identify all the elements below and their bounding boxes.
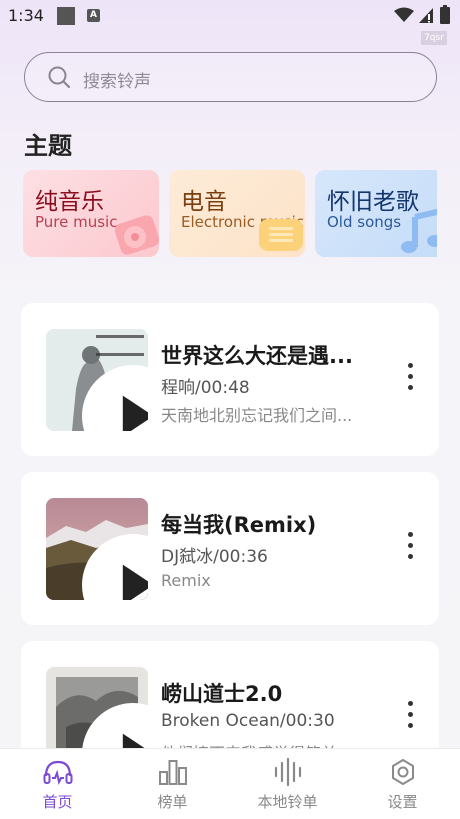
play-icon[interactable]: [82, 365, 148, 431]
nav-local-ringtones[interactable]: 本地铃单: [230, 749, 345, 819]
nav-label: 设置: [387, 793, 418, 811]
gear-icon: [392, 759, 414, 785]
nav-label: 本地铃单: [257, 793, 318, 811]
notification-square-icon: [57, 7, 75, 25]
watermark-badge: 7qsr: [421, 31, 447, 45]
theme-carousel[interactable]: 纯音乐 Pure music 电音 Electronic music 怀旧老歌 …: [23, 170, 437, 258]
vinyl-icon: [114, 215, 159, 255]
a-icon: A: [87, 9, 100, 22]
song-card[interactable]: 世界这么大还是遇... 程响/00:48 天南地北别忘记我们之间...: [21, 303, 439, 456]
nav-settings[interactable]: 设置: [345, 749, 460, 819]
home-headphone-icon: [43, 760, 73, 785]
theme-subtitle: Pure music: [35, 213, 118, 231]
song-artist-duration: DJ弑冰/00:36: [161, 547, 268, 567]
more-options-icon[interactable]: [403, 532, 417, 564]
music-note-icon: [401, 209, 437, 253]
bottom-navigation: 首页 榜单 本地铃单 设置: [0, 748, 460, 819]
equalizer-icon: [259, 219, 303, 251]
theme-card-electronic[interactable]: 电音 Electronic music: [169, 170, 305, 257]
signal-icon: [419, 8, 433, 23]
song-description: 天南地北别忘记我们之间...: [161, 406, 353, 425]
status-bar: 1:34 A 7qsr: [0, 0, 460, 45]
nav-charts[interactable]: 榜单: [115, 749, 230, 819]
chart-bars-icon: [159, 760, 187, 785]
wifi-icon: [394, 7, 414, 22]
theme-card-pure-music[interactable]: 纯音乐 Pure music: [23, 170, 159, 257]
song-artist-duration: 程响/00:48: [161, 378, 250, 398]
theme-title: 纯音乐: [35, 189, 104, 215]
album-cover[interactable]: [46, 329, 148, 431]
search-icon: [48, 66, 71, 89]
song-artist-duration: Broken Ocean/00:30: [161, 711, 335, 731]
song-title: 每当我(Remix): [161, 513, 317, 537]
theme-card-old-songs[interactable]: 怀旧老歌 Old songs: [315, 170, 437, 257]
play-icon[interactable]: [82, 534, 148, 600]
more-options-icon[interactable]: [403, 701, 417, 733]
status-time: 1:34: [8, 6, 44, 25]
album-cover[interactable]: [46, 498, 148, 600]
nav-label: 首页: [42, 793, 73, 811]
song-title: 世界这么大还是遇...: [161, 344, 353, 368]
section-title-themes: 主题: [24, 132, 72, 160]
search-bar[interactable]: 搜索铃声: [24, 52, 437, 102]
nav-label: 榜单: [157, 793, 188, 811]
song-description: Remix: [161, 571, 211, 590]
theme-subtitle: Old songs: [327, 213, 402, 231]
more-options-icon[interactable]: [403, 363, 417, 395]
sound-wave-icon: [274, 758, 302, 786]
battery-icon: [440, 5, 450, 24]
song-card[interactable]: 每当我(Remix) DJ弑冰/00:36 Remix: [21, 472, 439, 625]
nav-home[interactable]: 首页: [0, 749, 115, 819]
theme-title: 电音: [181, 189, 227, 215]
search-placeholder: 搜索铃声: [83, 72, 151, 92]
song-title: 崂山道士2.0: [161, 682, 283, 706]
